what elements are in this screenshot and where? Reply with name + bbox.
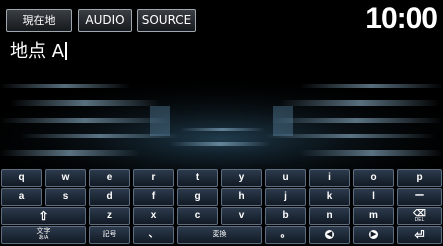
- key-m[interactable]: m: [353, 207, 394, 225]
- navigation-keyboard-screen: 現在地 AUDIO SOURCE 10:00 地点 A q w e r t y …: [0, 0, 443, 246]
- delete-key[interactable]: ⌫ DEL: [397, 207, 442, 225]
- char-type-label: 文字: [36, 228, 51, 235]
- background-tunnel-graphic: [0, 66, 443, 170]
- key-s[interactable]: s: [45, 188, 86, 206]
- enter-icon: ⏎: [414, 228, 425, 242]
- key-i[interactable]: i: [309, 169, 350, 187]
- key-f[interactable]: f: [133, 188, 174, 206]
- key-n[interactable]: n: [309, 207, 350, 225]
- cursor-left-key[interactable]: ◀: [309, 226, 350, 244]
- current-location-button[interactable]: 現在地: [6, 9, 72, 32]
- keyboard-row-4: 文字 あ/A 記号 、 変換 。 ◀ ▶ ⏎: [0, 226, 443, 245]
- char-type-sublabel: あ/A: [38, 235, 49, 241]
- key-u[interactable]: u: [265, 169, 306, 187]
- shift-key[interactable]: ⇧: [1, 207, 86, 225]
- audio-button[interactable]: AUDIO: [78, 9, 132, 32]
- key-d[interactable]: d: [89, 188, 130, 206]
- key-c[interactable]: c: [177, 207, 218, 225]
- convert-key[interactable]: 変換: [177, 226, 262, 244]
- key-w[interactable]: w: [45, 169, 86, 187]
- symbols-key[interactable]: 記号: [89, 226, 130, 244]
- key-long-vowel[interactable]: ー: [397, 188, 442, 206]
- key-t[interactable]: t: [177, 169, 218, 187]
- right-arrow-icon: ▶: [369, 230, 378, 239]
- key-k[interactable]: k: [309, 188, 350, 206]
- text-input-field[interactable]: 地点 A: [10, 37, 68, 63]
- software-keyboard: q w e r t y u i o p a s d f g h j k l ー …: [0, 169, 443, 246]
- period-key[interactable]: 。: [265, 226, 306, 244]
- enter-key[interactable]: ⏎: [397, 226, 442, 244]
- keyboard-row-2: a s d f g h j k l ー: [0, 188, 443, 207]
- key-j[interactable]: j: [265, 188, 306, 206]
- source-button[interactable]: SOURCE: [137, 9, 196, 32]
- clock: 10:00: [365, 2, 438, 35]
- key-y[interactable]: y: [221, 169, 262, 187]
- shift-icon: ⇧: [38, 209, 49, 223]
- key-x[interactable]: x: [133, 207, 174, 225]
- keyboard-row-3: ⇧ z x c v b n m ⌫ DEL: [0, 207, 443, 226]
- keyboard-row-1: q w e r t y u i o p: [0, 169, 443, 188]
- key-o[interactable]: o: [353, 169, 394, 187]
- key-e[interactable]: e: [89, 169, 130, 187]
- delete-label: DEL: [414, 217, 425, 223]
- input-value: 地点 A: [10, 41, 65, 62]
- comma-key[interactable]: 、: [133, 226, 174, 244]
- key-p[interactable]: p: [397, 169, 442, 187]
- key-l[interactable]: l: [353, 188, 394, 206]
- key-a[interactable]: a: [1, 188, 42, 206]
- key-h[interactable]: h: [221, 188, 262, 206]
- key-r[interactable]: r: [133, 169, 174, 187]
- key-v[interactable]: v: [221, 207, 262, 225]
- key-z[interactable]: z: [89, 207, 130, 225]
- cursor-right-key[interactable]: ▶: [353, 226, 394, 244]
- key-q[interactable]: q: [1, 169, 42, 187]
- key-g[interactable]: g: [177, 188, 218, 206]
- left-arrow-icon: ◀: [325, 230, 334, 239]
- char-type-key[interactable]: 文字 あ/A: [1, 226, 86, 244]
- text-cursor: [65, 42, 68, 60]
- key-b[interactable]: b: [265, 207, 306, 225]
